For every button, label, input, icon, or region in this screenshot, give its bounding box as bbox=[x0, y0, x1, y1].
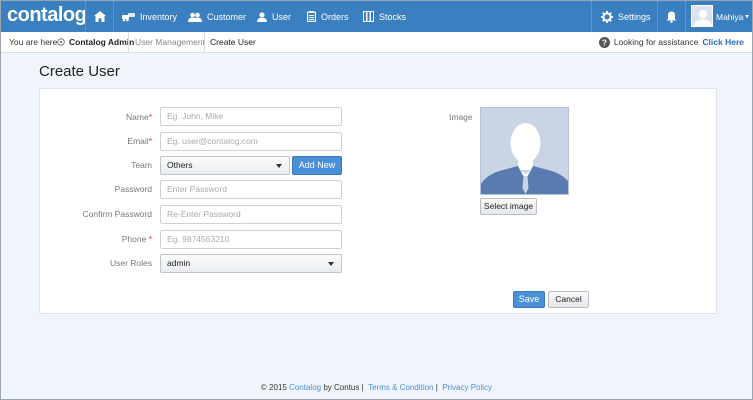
nav-divider bbox=[657, 1, 658, 32]
breadcrumb-item-create-user: Create User bbox=[210, 37, 256, 47]
gear-icon bbox=[601, 10, 613, 23]
contalog-logo[interactable]: contalog bbox=[7, 4, 87, 27]
save-button[interactable]: Save bbox=[513, 291, 545, 308]
nav-home[interactable] bbox=[94, 1, 106, 32]
footer: © 2015 Contalog by Contus | Terms & Cond… bbox=[1, 383, 752, 392]
nav-orders[interactable]: Orders bbox=[307, 1, 349, 32]
you-are-here-label: You are here bbox=[9, 32, 57, 52]
stack-icon bbox=[363, 11, 374, 22]
profile-image-placeholder bbox=[480, 107, 569, 195]
breadcrumb-item-admin[interactable]: Contalog Admin bbox=[69, 32, 134, 52]
team-selected-value: Others bbox=[167, 160, 193, 170]
confirm-password-input[interactable]: Re-Enter Password bbox=[160, 205, 342, 224]
required-marker: * bbox=[148, 136, 152, 146]
user-menu[interactable]: Mahiya bbox=[716, 1, 750, 32]
chevron-down-icon bbox=[745, 15, 750, 18]
nav-user[interactable]: User bbox=[257, 1, 291, 32]
footer-by: by Contus bbox=[323, 383, 360, 392]
nav-orders-label: Orders bbox=[321, 11, 349, 22]
required-marker: * bbox=[148, 112, 152, 122]
help-link[interactable]: Click Here bbox=[702, 37, 744, 47]
breadcrumb-divider bbox=[128, 32, 129, 52]
question-icon: ? bbox=[598, 36, 610, 48]
team-label: Team bbox=[131, 160, 152, 170]
phone-label: Phone * bbox=[40, 234, 152, 244]
you-are-here-text: You are here bbox=[9, 37, 58, 47]
top-nav-bar: contalog Inventory Customer User Orders … bbox=[1, 1, 752, 32]
footer-copyright: © 2015 bbox=[260, 383, 287, 392]
nav-inventory-label: Inventory bbox=[140, 11, 178, 22]
name-input[interactable]: Eg. John, Mike bbox=[160, 107, 342, 126]
add-team-button[interactable]: Add New bbox=[292, 156, 342, 175]
user-name: Mahiya bbox=[716, 11, 744, 22]
name-label-text: Name bbox=[126, 112, 149, 122]
nav-inventory[interactable]: Inventory bbox=[122, 1, 177, 32]
email-label-text: Email bbox=[127, 136, 149, 146]
footer-separator: | bbox=[435, 383, 438, 392]
breadcrumb-divider bbox=[204, 32, 205, 52]
phone-label-text: Phone bbox=[121, 234, 147, 244]
dropdown-caret-icon bbox=[328, 262, 334, 266]
bell-icon bbox=[666, 11, 677, 23]
nav-stocks[interactable]: Stocks bbox=[363, 1, 406, 32]
help-section: ? Looking for assistance Click Here bbox=[598, 32, 744, 52]
email-input[interactable]: Eg. user@contalog.com bbox=[160, 132, 342, 151]
user-roles-selected-value: admin bbox=[167, 258, 191, 268]
dropdown-caret-icon bbox=[276, 164, 282, 168]
clipboard-icon bbox=[307, 11, 316, 22]
nav-settings[interactable]: Settings bbox=[601, 1, 651, 32]
required-marker: * bbox=[148, 234, 152, 244]
notifications-button[interactable] bbox=[666, 1, 677, 32]
confirm-password-label: Confirm Password bbox=[82, 209, 152, 219]
footer-separator: | bbox=[361, 383, 364, 392]
team-select[interactable]: Others bbox=[160, 156, 290, 175]
home-icon bbox=[94, 11, 106, 22]
password-input[interactable]: Enter Password bbox=[160, 180, 342, 199]
nav-divider bbox=[85, 1, 86, 32]
help-text: Looking for assistance bbox=[613, 37, 699, 47]
nav-stocks-label: Stocks bbox=[379, 11, 407, 22]
user-roles-select[interactable]: admin bbox=[160, 254, 342, 273]
nav-user-label: User bbox=[272, 11, 292, 22]
user-avatar[interactable] bbox=[691, 5, 713, 27]
nav-settings-label: Settings bbox=[618, 11, 651, 22]
footer-privacy-link[interactable]: Privacy Policy bbox=[442, 383, 492, 392]
cancel-button[interactable]: Cancel bbox=[548, 291, 589, 308]
user-roles-label: User Roles bbox=[109, 258, 152, 268]
avatar-silhouette-icon bbox=[692, 6, 712, 26]
password-label: Password bbox=[114, 184, 152, 194]
email-label: Email* bbox=[40, 136, 152, 146]
cars-icon bbox=[122, 12, 135, 21]
phone-input[interactable]: Eg. 9874563210 bbox=[160, 230, 342, 249]
page-title: Create User bbox=[39, 63, 120, 80]
person-silhouette-icon bbox=[481, 108, 568, 194]
location-icon bbox=[57, 38, 65, 46]
breadcrumb: You are here Contalog Admin User Managem… bbox=[1, 32, 752, 53]
nav-divider bbox=[591, 1, 592, 32]
users-icon bbox=[188, 12, 202, 22]
image-label: Image bbox=[449, 112, 473, 122]
name-label: Name* bbox=[40, 112, 152, 122]
breadcrumb-item-user-management[interactable]: User Management bbox=[135, 32, 205, 52]
svg-text:?: ? bbox=[602, 38, 607, 47]
nav-customer-label: Customer bbox=[207, 11, 247, 22]
nav-customer[interactable]: Customer bbox=[188, 1, 246, 32]
footer-terms-link[interactable]: Terms & Condition bbox=[368, 383, 433, 392]
nav-divider bbox=[113, 1, 114, 32]
nav-divider bbox=[685, 1, 686, 32]
select-image-button[interactable]: Select image bbox=[480, 198, 537, 215]
user-icon bbox=[257, 11, 267, 22]
footer-brand-link[interactable]: Contalog bbox=[289, 383, 321, 392]
